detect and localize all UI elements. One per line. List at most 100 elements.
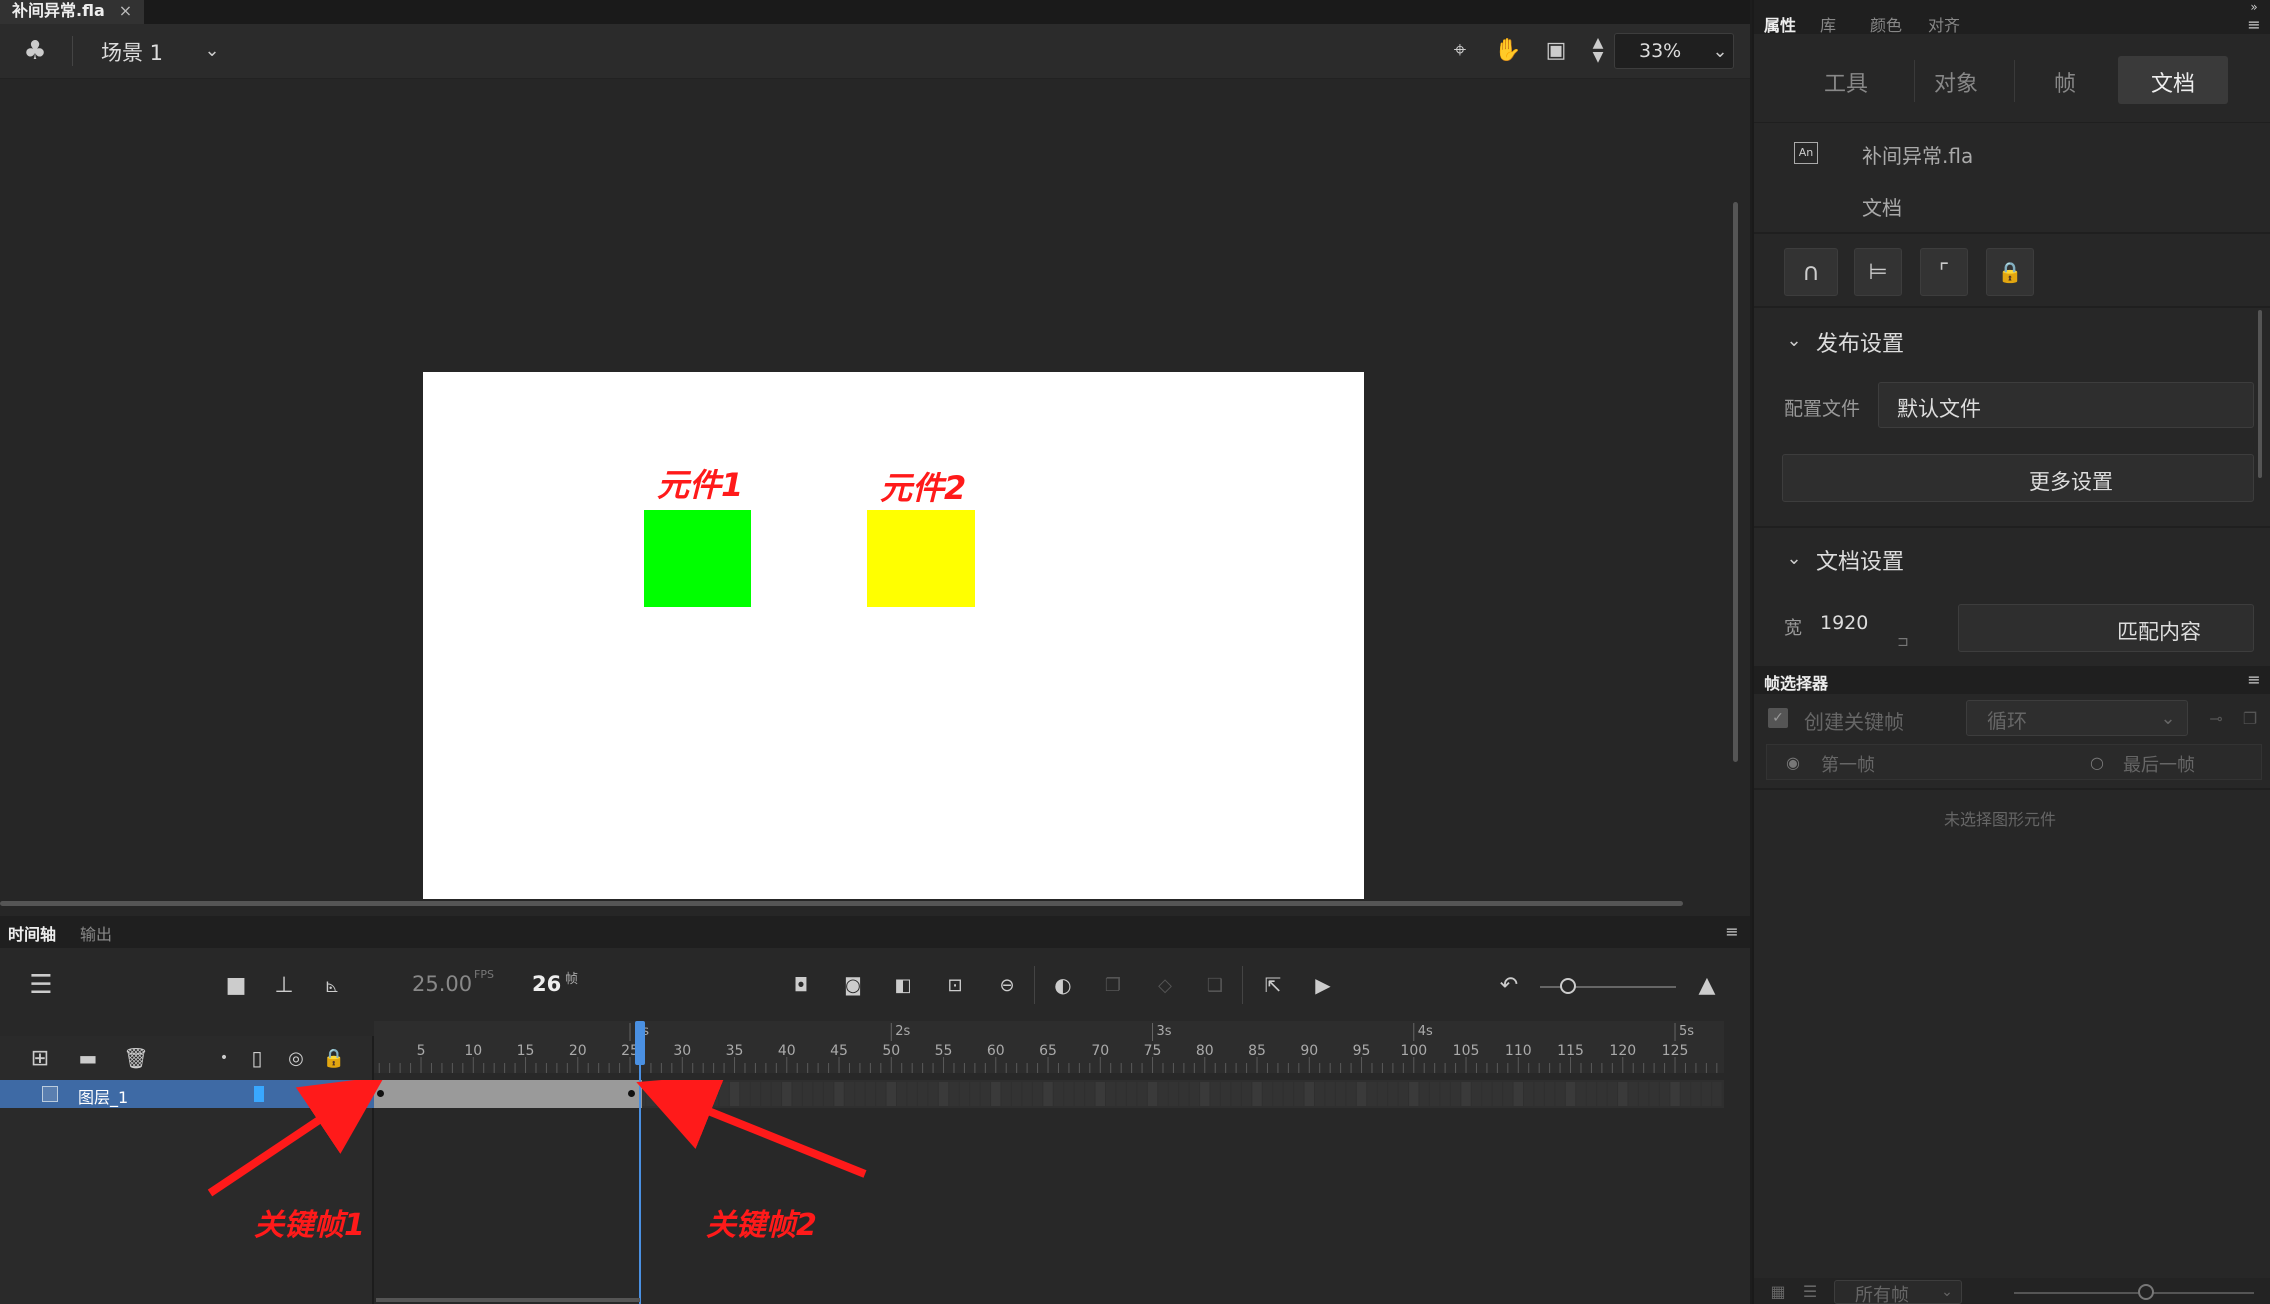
thumbnail-size-slider[interactable] [2014,1292,2254,1294]
camera-icon[interactable]: ■ [220,970,252,1000]
clip-stage-icon[interactable]: ▣ [1543,36,1569,64]
playhead-handle[interactable] [635,1021,646,1065]
symbol2-rect[interactable] [867,510,975,607]
close-icon[interactable]: × [119,0,132,24]
properties-scrollbar[interactable] [2258,310,2262,478]
loop-icon[interactable]: ⇱ [1258,970,1288,1000]
loop-select[interactable]: 循环 ⌄ [1966,700,2188,736]
fps-unit: FPS [474,968,494,981]
ruler-frame-label: 110 [1505,1043,1532,1059]
document-settings-header[interactable]: 文档设置 [1816,544,1904,576]
ruler-frame-label: 115 [1557,1043,1584,1059]
symbol1-rect[interactable] [644,510,751,607]
outline-icon[interactable]: ▯ [245,1044,269,1072]
zoom-select[interactable]: 33% ⌄ [1614,33,1734,69]
divider [1242,966,1243,1004]
hand-icon[interactable]: ✋ [1494,36,1521,64]
symbol2-label: 元件2 [880,469,967,507]
more-settings-button[interactable]: 更多设置 [1782,454,2254,502]
trash-icon[interactable]: 🗑 [122,1044,150,1072]
play-icon[interactable]: ▶ [1308,970,1338,1000]
width-label: 宽 [1784,618,1802,639]
layers-icon[interactable]: ☰ [24,968,58,1002]
tab-color[interactable]: 颜色 [1870,12,1902,36]
auto-keyframe-icon[interactable]: ⊡ [940,970,970,1000]
center-stage-icon[interactable]: ⌖ [1447,36,1473,64]
delete-frame-icon[interactable]: ⊖ [992,970,1022,1000]
publish-settings-header[interactable]: 发布设置 [1816,326,1904,358]
panel-menu-icon[interactable]: ≡ [1720,920,1744,942]
mountain-icon[interactable]: ▲ [1690,968,1724,1002]
insert-keyframe-icon[interactable]: ◘ [786,970,816,1000]
stage-canvas[interactable]: 元件1 元件2 [423,372,1364,899]
list-view-icon[interactable]: ☰ [1798,1280,1822,1302]
ruler-frame-label: 95 [1353,1043,1371,1059]
zoom-stepper-icon[interactable]: ▲ ▼ [1587,32,1609,68]
document-type: 文档 [1862,196,1902,220]
subtab-tool[interactable]: 工具 [1824,66,1868,98]
subtab-frame[interactable]: 帧 [2054,66,2076,98]
new-layer-icon[interactable]: ⊞ [26,1044,54,1072]
graph-icon[interactable]: ⦝ [316,970,348,1000]
timeline-panel: 时间轴 输出 ≡ ☰ ■ ⊥ ⦝ 25.00 FPS 26 帧 ◘ ◙ ◧ ⊡ … [0,916,1750,1304]
ruler-frame-label: 35 [726,1043,744,1059]
link-dimensions-icon[interactable]: ⊐ [1888,620,1918,664]
subtab-document[interactable]: 文档 [2118,56,2228,104]
arrow-keyframe2 [636,1080,867,1178]
hide-eye-icon[interactable]: ◎ [282,1044,310,1072]
annotation-keyframe1: 关键帧1 [254,1208,365,1243]
panel-menu-icon[interactable]: ≡ [2242,14,2266,34]
document-tab[interactable]: 补间异常.fla × [0,0,145,24]
timeline-horizontal-scrollbar[interactable] [376,1298,640,1302]
arrow-keyframe1 [207,1080,385,1197]
lock-icon[interactable]: 🔒 [1986,248,2034,296]
thumbnail-size-handle[interactable] [2138,1284,2154,1300]
radio-selected-icon[interactable]: ◉ [1783,751,1803,773]
divider [1754,232,2270,234]
tab-output[interactable]: 输出 [80,921,112,945]
folder-icon[interactable]: ▬ [74,1044,102,1072]
lock-icon[interactable]: 🔒 [320,1044,348,1072]
an-document-icon: An [1794,142,1818,164]
chevron-down-icon[interactable]: ⌄ [200,36,224,64]
dot-icon[interactable]: • [214,1044,234,1072]
insert-blank-keyframe-icon[interactable]: ◙ [838,970,868,1000]
grid-view-icon[interactable]: ▦ [1766,1280,1790,1302]
panel-menu-icon[interactable]: ≡ [2242,668,2266,690]
width-input[interactable]: 1920 [1820,612,1868,634]
chevron-down-icon[interactable]: ⌄ [1782,326,1806,354]
zoom-slider-handle[interactable] [1560,978,1576,994]
stage-vertical-scrollbar[interactable] [1733,202,1738,762]
parent-layer-icon[interactable]: ⊥ [268,970,300,1000]
profile-value: 默认文件 [1897,397,1981,421]
zoom-value: 33% [1639,40,1682,62]
profile-select[interactable]: 默认文件 [1878,382,2254,428]
insert-frame-icon[interactable]: ◧ [888,970,918,1000]
radio-icon[interactable]: ○ [2087,751,2107,773]
checkbox-checked-icon[interactable]: ✓ [1768,708,1788,728]
tab-properties[interactable]: 属性 [1764,12,1796,36]
current-frame[interactable]: 26 [532,972,561,996]
tab-timeline[interactable]: 时间轴 [8,921,56,945]
undo-icon[interactable]: ↶ [1494,970,1524,1000]
all-frames-select[interactable]: 所有帧 ⌄ [1834,1280,1962,1304]
magnet-icon[interactable]: ∩ [1784,248,1838,296]
stage-area[interactable]: 元件1 元件2 [0,79,1750,916]
stage-horizontal-scrollbar[interactable] [0,901,1683,906]
collapse-icon[interactable]: » [2244,0,2264,14]
chevron-down-icon[interactable]: ⌄ [1782,544,1806,572]
tab-align[interactable]: 对齐 [1928,12,1960,36]
subtab-object[interactable]: 对象 [1934,66,1978,98]
fps-value[interactable]: 25.00 [412,972,472,996]
match-content-button[interactable]: 匹配内容 [1958,604,2254,652]
tree-icon[interactable]: ⊨ [1854,248,1902,296]
onion-skin-icon[interactable]: ◐ [1048,970,1078,1000]
tab-library[interactable]: 库 [1820,12,1836,36]
ruler-frame-label: 70 [1091,1043,1109,1059]
ruler-icon[interactable]: ⌜ [1920,248,1968,296]
club-icon[interactable]: ♣ [18,34,52,68]
frame-ruler[interactable]: 5 10 15 20 25 30 35 40 45 50 55 60 65 70 75 80 85 90 95 100… [374,1021,1724,1073]
ruler-frame-label: 65 [1039,1043,1057,1059]
scene-label[interactable]: 场景 1 [101,37,163,67]
ruler-frame-label: 120 [1609,1043,1636,1059]
